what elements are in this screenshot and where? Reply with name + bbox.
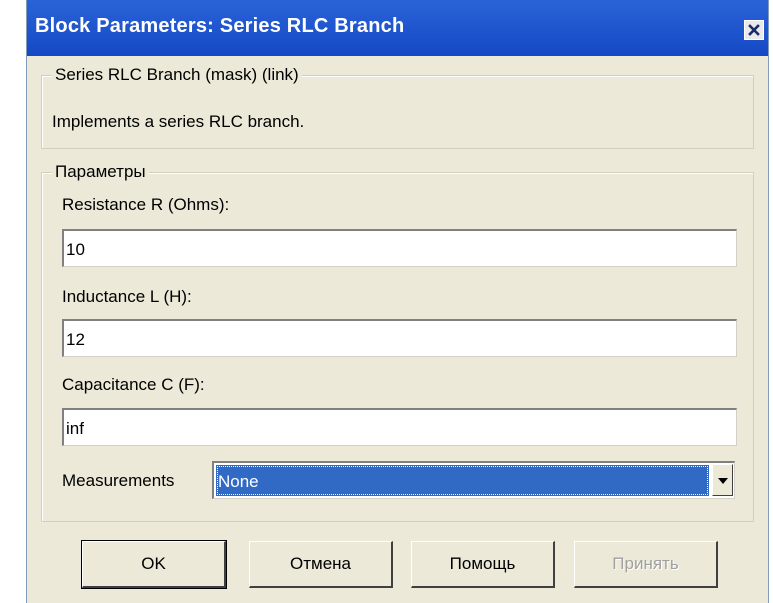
close-button[interactable] [744,20,764,40]
measurements-label: Measurements [62,471,175,490]
help-button[interactable]: Помощь [411,541,555,588]
resistance-label: Resistance R (Ohms): [62,195,230,214]
chevron-down-icon [717,471,728,489]
cancel-button[interactable]: Отмена [249,541,393,588]
parameters-group-legend: Параметры [52,162,149,182]
close-icon [748,24,760,36]
ok-button[interactable]: OK [81,540,227,589]
resistance-input[interactable]: 10 [62,229,737,267]
dropdown-arrow-button[interactable] [712,464,733,496]
parameters-group: Параметры Resistance R (Ohms): 10 Induct… [41,162,754,522]
measurements-selected-value: None [216,465,709,496]
mask-description: Implements a series RLC branch. [52,112,305,131]
dialog-window: Block Parameters: Series RLC Branch Seri… [26,0,769,603]
inductance-input[interactable]: 12 [62,319,737,357]
inductance-label: Inductance L (H): [62,287,192,306]
window-title: Block Parameters: Series RLC Branch [35,15,405,37]
mask-group-legend: Series RLC Branch (mask) (link) [52,65,302,85]
measurements-select[interactable]: None [212,461,735,499]
title-bar[interactable]: Block Parameters: Series RLC Branch [27,0,768,56]
capacitance-input[interactable]: inf [62,408,737,446]
mask-description-group: Series RLC Branch (mask) (link) Implemen… [41,65,754,149]
capacitance-label: Capacitance C (F): [62,375,205,394]
apply-button: Принять [574,541,718,588]
